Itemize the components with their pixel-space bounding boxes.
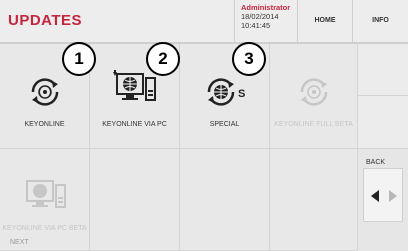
empty-tile xyxy=(180,149,270,251)
user-name: Administrator xyxy=(241,3,291,12)
keyonline-full-beta-label: KEYONLINE FULL BETA xyxy=(274,121,353,128)
side-empty-slot xyxy=(358,44,408,96)
home-button[interactable]: HOME xyxy=(298,0,353,42)
keyonline-full-beta-tile: KEYONLINE FULL BETA xyxy=(270,44,358,149)
user-info: Administrator 18/02/2014 10:41:45 xyxy=(235,0,298,42)
keyonline-sync-icon xyxy=(31,78,58,106)
keyonline-sync-icon xyxy=(300,78,327,106)
computer-globe-icon xyxy=(25,180,66,208)
keyonline-label: KEYONLINE xyxy=(24,121,65,128)
callout-badge-2: 2 xyxy=(146,42,180,76)
back-button[interactable]: BACK xyxy=(358,149,408,169)
previous-page-arrow-icon[interactable] xyxy=(371,190,379,202)
keyonline-via-pc-beta-label: KEYONLINE VIA PC BETA xyxy=(2,225,87,232)
page-title: UPDATES xyxy=(0,0,235,42)
computer-globe-icon xyxy=(112,70,156,101)
next-page-arrow-icon[interactable] xyxy=(389,190,397,202)
header-bar: UPDATES Administrator 18/02/2014 10:41:4… xyxy=(0,0,408,42)
svg-text:S: S xyxy=(238,88,245,100)
keyonline-via-pc-beta-tile: KEYONLINE VIA PC BETA xyxy=(0,149,90,251)
side-empty-slot xyxy=(358,96,408,149)
empty-tile xyxy=(90,149,180,251)
next-button[interactable]: NEXT xyxy=(10,239,29,246)
empty-tile xyxy=(270,149,358,251)
updates-grid: KEYONLINE KEYONLINE VIA PC S SPECIAL KEY… xyxy=(0,44,358,251)
special-label: SPECIAL xyxy=(209,121,240,128)
back-label: BACK xyxy=(366,159,386,166)
callout-badge-3: 3 xyxy=(232,42,266,76)
special-sync-icon: S xyxy=(207,78,245,106)
page-navigator xyxy=(363,168,403,222)
current-date: 18/02/2014 xyxy=(241,12,279,21)
callout-badge-1: 1 xyxy=(62,42,96,76)
keyonline-via-pc-label: KEYONLINE VIA PC xyxy=(102,121,167,128)
current-time: 10:41:45 xyxy=(241,21,271,30)
info-button[interactable]: INFO xyxy=(353,0,408,42)
